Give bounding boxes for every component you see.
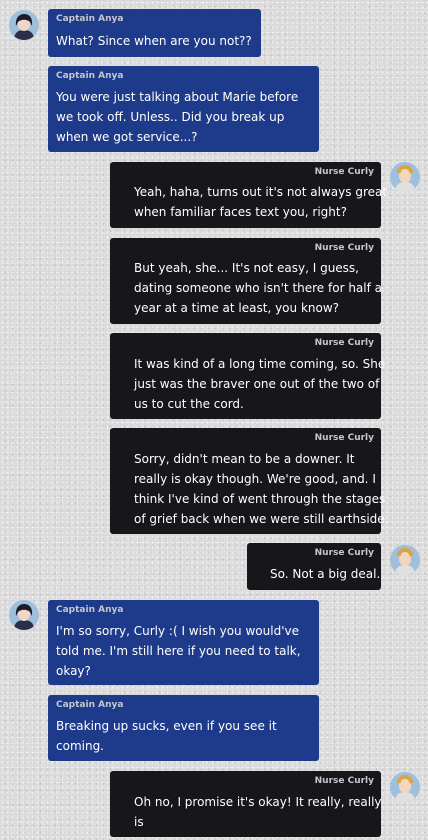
message-line: Sorry, didn't mean to be a downer. It <box>134 452 355 466</box>
message-bubble[interactable]: Captain Anya What? Since when are you no… <box>48 9 261 57</box>
message-line: think I've kind of went through the stag… <box>134 492 386 506</box>
message-bubble[interactable]: Nurse Curly It was kind of a long time c… <box>110 333 385 419</box>
message-bubble[interactable]: Captain Anya You were just talking about… <box>48 66 319 152</box>
message-line: But yeah, she... It's not easy, I guess, <box>134 261 359 275</box>
nurse-curly-avatar <box>390 772 420 802</box>
message-line: I'm so sorry, Curly :( I wish you would'… <box>56 624 299 638</box>
sender-name: Captain Anya <box>56 71 124 81</box>
message-line: when we got service...? <box>56 130 198 144</box>
message-line: year at a time at least, you know? <box>134 301 340 315</box>
message-line: us to cut the cord. <box>134 397 244 411</box>
message-line: just was the braver one out of the two o… <box>134 377 380 391</box>
message-bubble[interactable]: Nurse Curly Sorry, didn't mean to be a d… <box>110 428 388 534</box>
message-line: Yeah, haha, turns out it's not always gr… <box>134 185 388 199</box>
message-line: So. Not a big deal. <box>270 567 381 581</box>
sender-name: Nurse Curly <box>314 548 374 558</box>
sender-name: Nurse Curly <box>314 338 374 348</box>
sender-name: Nurse Curly <box>314 243 374 253</box>
sender-name: Nurse Curly <box>314 167 374 177</box>
message-line: we took off. Unless.. Did you break up <box>56 110 285 124</box>
message-line: of grief back when we were still earthsi… <box>134 512 389 526</box>
message-line: when familiar faces text you, right? <box>134 205 347 219</box>
message-line: Oh no, I promise it's okay! It really, r… <box>134 795 382 809</box>
sender-name: Captain Anya <box>56 14 124 24</box>
nurse-curly-avatar <box>390 162 420 192</box>
message-line: told me. I'm still here if you need to t… <box>56 644 301 658</box>
message-bubble[interactable]: Nurse Curly But yeah, she... It's not ea… <box>110 238 383 324</box>
message-line: coming. <box>56 739 104 753</box>
message-line: okay? <box>56 664 91 678</box>
message-line: You were just talking about Marie before <box>56 90 299 104</box>
message-bubble[interactable]: Nurse Curly So. Not a big deal. <box>247 543 381 590</box>
sender-name: Captain Anya <box>56 700 124 710</box>
message-line: It was kind of a long time coming, so. S… <box>134 357 386 371</box>
sender-name: Nurse Curly <box>314 776 374 786</box>
captain-anya-avatar <box>9 10 39 40</box>
message-bubble[interactable]: Nurse Curly Oh no, I promise it's okay! … <box>110 771 382 837</box>
sender-name: Captain Anya <box>56 605 124 615</box>
sender-name: Nurse Curly <box>314 433 374 443</box>
message-line: dating someone who isn't there for half … <box>134 281 383 295</box>
nurse-curly-avatar <box>390 545 420 575</box>
message-line: really is okay though. We're good, and. … <box>134 472 376 486</box>
captain-anya-avatar <box>9 600 39 630</box>
message-bubble[interactable]: Captain Anya Breaking up sucks, even if … <box>48 695 319 761</box>
message-bubble[interactable]: Nurse Curly Yeah, haha, turns out it's n… <box>110 162 387 228</box>
message-line: Breaking up sucks, even if you see it <box>56 719 277 733</box>
message-line: is <box>134 815 144 829</box>
message-bubble[interactable]: Captain Anya I'm so sorry, Curly :( I wi… <box>48 600 319 685</box>
message-line: What? Since when are you not?? <box>56 34 252 48</box>
